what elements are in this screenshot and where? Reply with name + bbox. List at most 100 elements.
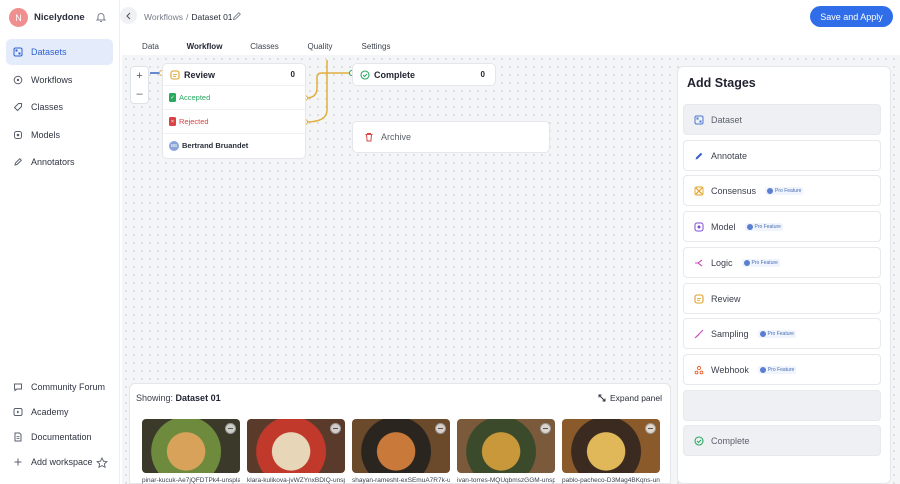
tab-quality[interactable]: Quality [293, 37, 347, 55]
sidebar-item-label: Academy [31, 407, 69, 417]
review-icon [170, 69, 180, 80]
sidebar-item-community-forum[interactable]: Community Forum [6, 375, 113, 399]
sidebar-item-academy[interactable]: Academy [6, 400, 113, 424]
sampling-icon [694, 329, 704, 339]
webhook-icon [694, 365, 704, 375]
remove-image-button[interactable] [330, 423, 341, 434]
stage-label: Webhook [711, 364, 749, 375]
image-thumbnail[interactable] [247, 419, 345, 473]
expand-icon [598, 394, 606, 402]
stage-label: Review [711, 293, 741, 304]
image-thumbnail[interactable] [352, 419, 450, 473]
star-icon[interactable] [96, 457, 108, 469]
image-caption: klara-kulikova-jvWZYnxBDIQ-unsplash.jpg [247, 477, 345, 484]
accepted-tag-icon: ✓ [169, 93, 176, 102]
review-node[interactable]: Review 0 ✓ Accepted × Rejected BB Bertra… [162, 63, 306, 159]
image-caption: ivan-torres-MQUqbmszGGM-unsplash.jpg [457, 477, 555, 484]
stage-complete[interactable]: Complete [683, 425, 881, 456]
breadcrumb: Workflows / Dataset 01 [144, 12, 233, 22]
stage-dataset[interactable]: Dataset [683, 104, 881, 135]
workspace-name: Nicelydone [34, 12, 85, 23]
consensus-icon [694, 186, 704, 196]
stage-label: Annotate [711, 150, 748, 161]
minus-icon [438, 428, 443, 429]
review-node-count: 0 [290, 70, 295, 79]
sidebar-item-annotators[interactable]: Annotators [6, 149, 113, 175]
sidebar-item-label: Documentation [31, 432, 92, 442]
dataset-icon [694, 115, 704, 125]
rejected-output[interactable]: × Rejected [163, 109, 305, 133]
image-caption: shayan-ramesht-exSEmuA7R7k-unsplash.jpg [352, 477, 450, 484]
zoom-in-button[interactable]: + [136, 70, 142, 82]
complete-node[interactable]: Complete 0 [352, 63, 496, 86]
workspace-switcher[interactable]: N Nicelydone [9, 8, 85, 27]
stage-webhook[interactable]: Webhook Pro Feature [683, 354, 881, 385]
archive-node-title: Archive [381, 132, 412, 142]
bell-icon[interactable] [95, 11, 107, 23]
sidebar-nav: Datasets Workflows Classes Models Annota… [6, 39, 113, 177]
sidebar-item-classes[interactable]: Classes [6, 94, 113, 120]
stage-consensus[interactable]: Consensus Pro Feature [683, 175, 881, 206]
stage-blank [683, 390, 881, 421]
minus-icon [228, 428, 233, 429]
breadcrumb-parent[interactable]: Workflows [144, 12, 183, 22]
pro-badge-label: Pro Feature [754, 223, 781, 230]
stage-label: Consensus [711, 185, 757, 196]
remove-image-button[interactable] [225, 423, 236, 434]
breadcrumb-separator: / [186, 12, 189, 22]
review-node-title: Review [184, 69, 216, 80]
pro-badge-icon [743, 259, 750, 266]
panel-title: Add Stages [687, 76, 756, 90]
image-caption: pablo-pacheco-D3Mag4BKqns-unsplash.jpg [562, 477, 660, 484]
complete-node-title: Complete [374, 69, 416, 80]
minus-icon [648, 428, 653, 429]
add-stages-panel: Add Stages Dataset Annotate Consensus Pro F… [677, 66, 891, 484]
check-circle-icon [360, 69, 370, 80]
expand-panel-button[interactable]: Expand panel [598, 393, 662, 403]
remove-image-button[interactable] [645, 423, 656, 434]
model-icon [14, 130, 22, 139]
zoom-controls: + – [130, 66, 149, 104]
assignee-name: Bertrand Bruandet [182, 141, 249, 150]
annotate-icon [694, 151, 704, 161]
stage-model[interactable]: Model Pro Feature [683, 211, 881, 242]
play-icon [13, 408, 23, 416]
sidebar-item-documentation[interactable]: Documentation [6, 425, 113, 449]
remove-image-button[interactable] [435, 423, 446, 434]
minus-icon [333, 428, 338, 429]
edit-icon[interactable] [232, 11, 242, 21]
stage-annotate[interactable]: Annotate [683, 140, 881, 171]
stage-sampling[interactable]: Sampling Pro Feature [683, 318, 881, 349]
logic-icon [694, 258, 704, 268]
top-bar: Workflows / Dataset 01 Save and Apply [120, 0, 900, 36]
sidebar-item-workflows[interactable]: Workflows [6, 67, 113, 93]
pro-badge-label: Pro Feature [775, 187, 802, 194]
save-and-apply-button[interactable]: Save and Apply [810, 6, 893, 27]
sidebar-item-label: Annotators [31, 157, 75, 167]
showing-label: Showing: Dataset 01 [136, 393, 221, 403]
accepted-output[interactable]: ✓ Accepted [163, 85, 305, 109]
review-node-header: Review [163, 64, 305, 85]
sidebar-item-datasets[interactable]: Datasets [6, 39, 113, 65]
tab-classes[interactable]: Classes [236, 37, 293, 55]
archive-node[interactable]: Archive [352, 121, 550, 153]
remove-image-button[interactable] [540, 423, 551, 434]
image-thumbnail[interactable] [142, 419, 240, 473]
stage-logic[interactable]: Logic Pro Feature [683, 247, 881, 278]
tab-workflow[interactable]: Workflow [173, 37, 236, 55]
stage-label: Sampling [711, 328, 749, 339]
image-thumbnail[interactable] [457, 419, 555, 473]
tab-settings[interactable]: Settings [347, 37, 405, 55]
zoom-out-button[interactable]: – [136, 88, 142, 100]
sidebar-item-label: Add workspace [31, 457, 93, 467]
tab-data[interactable]: Data [128, 37, 173, 55]
complete-node-count: 0 [480, 70, 485, 79]
showing-prefix: Showing: [136, 393, 174, 403]
image-thumbnail[interactable] [562, 419, 660, 473]
sidebar-item-models[interactable]: Models [6, 122, 113, 148]
assignee-row[interactable]: BB Bertrand Bruandet [163, 133, 305, 157]
tag-icon [13, 103, 22, 112]
back-button[interactable] [120, 7, 137, 24]
doc-icon [14, 432, 22, 442]
stage-review[interactable]: Review [683, 283, 881, 314]
